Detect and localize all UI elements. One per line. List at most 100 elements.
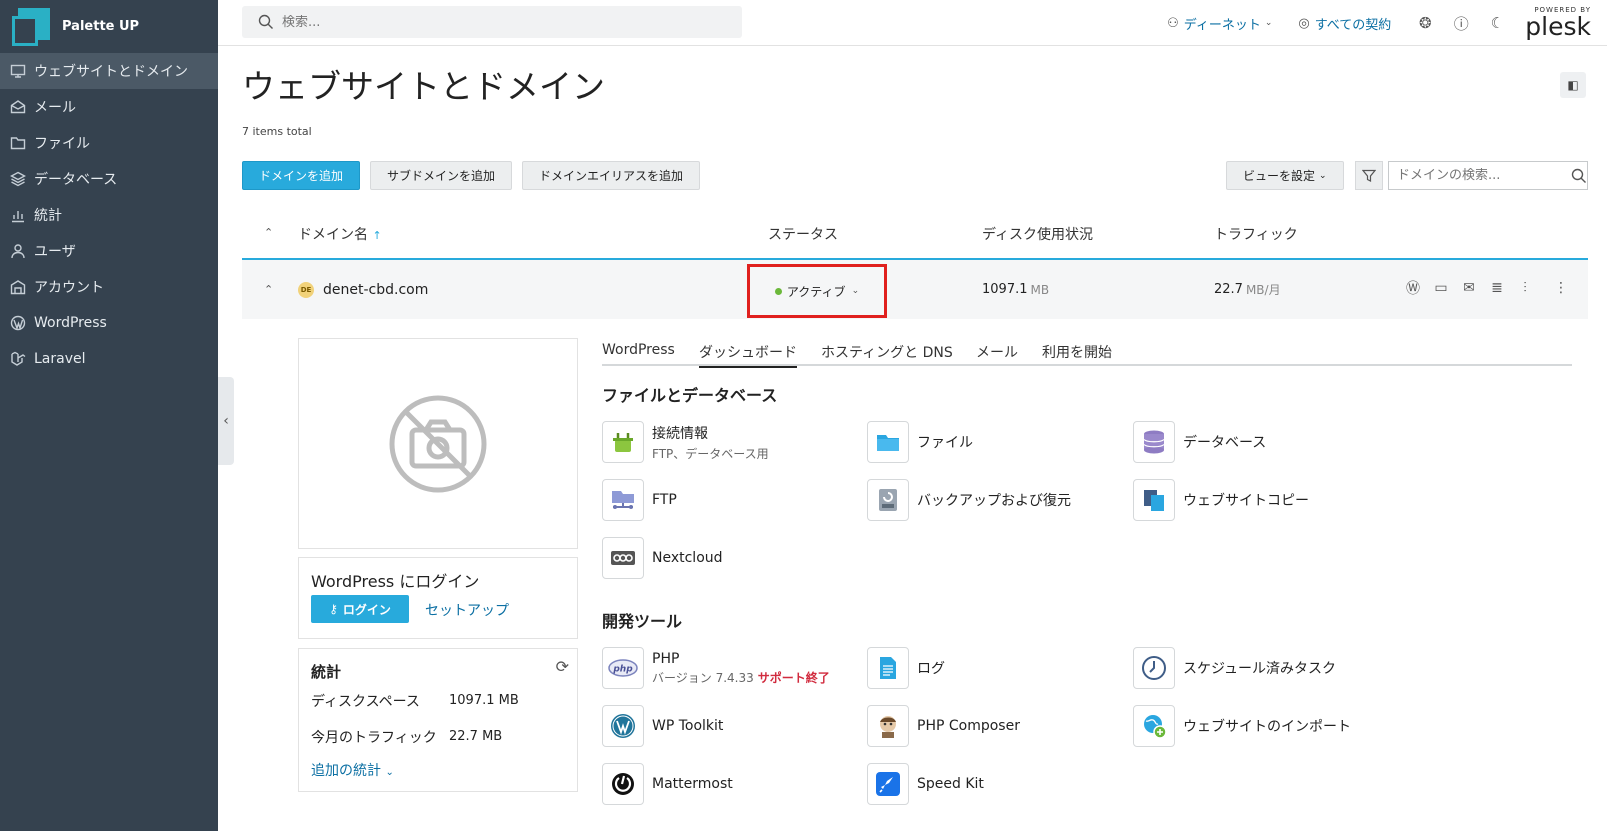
sidebar-item-websites[interactable]: ウェブサイトとドメイン [0,53,218,89]
sidebar-collapse-handle[interactable]: ‹ [218,377,234,465]
row-collapse-icon[interactable]: ⌃ [264,260,273,319]
nextcloud-icon [602,537,644,579]
tool-name: データベース [1183,435,1267,451]
tool-scheduled-tasks[interactable]: スケジュール済みタスク [1133,647,1336,689]
tool-mattermost[interactable]: Mattermost [602,763,733,805]
status-dropdown[interactable]: アクティブ ⌄ [747,264,887,318]
no-preview-icon [389,395,487,492]
php-version: バージョン 7.4.33 [652,670,754,685]
tool-files[interactable]: ファイル [867,421,973,463]
tool-name: PHP [652,650,680,667]
search-icon [258,14,273,29]
column-traffic[interactable]: トラフィック [1214,224,1298,244]
tool-speed-kit[interactable]: Speed Kit [867,763,984,805]
plesk-name: plesk [1525,12,1591,41]
sidebar-item-label: Laravel [34,351,86,367]
tool-name: Nextcloud [652,550,723,566]
sidebar-item-label: WordPress [34,315,107,331]
add-domain-alias-button[interactable]: ドメインエイリアスを追加 [522,161,701,190]
sidebar-item-statistics[interactable]: 統計 [0,197,218,233]
tool-php-composer[interactable]: PHP Composer [867,705,1020,747]
global-search[interactable] [242,6,742,38]
tool-name: バックアップおよび復元 [917,493,1071,509]
mattermost-icon [602,763,644,805]
tab-wordpress[interactable]: WordPress [602,342,675,366]
tab-mail[interactable]: メール [976,342,1018,366]
wordpress-setup-link[interactable]: セットアップ [425,600,509,620]
wordpress-icon[interactable]: Ⓦ [1399,278,1427,298]
subscriptions-link[interactable]: ◎ すべての契約 [1298,14,1391,33]
collapse-all-icon[interactable]: ⌃ [264,226,273,239]
global-search-input[interactable] [282,14,722,30]
tool-name: Speed Kit [917,776,984,792]
copy-icon [1133,479,1175,521]
sidebar-item-mail[interactable]: メール [0,89,218,125]
sidebar-item-wordpress[interactable]: WordPress [0,305,218,341]
tab-getting-started[interactable]: 利用を開始 [1042,342,1112,366]
sidebar-item-laravel[interactable]: Laravel [0,341,218,377]
statistics-title: 統計 [311,663,342,681]
chevron-left-icon: ‹ [223,413,229,429]
dark-mode-icon[interactable]: ☾ [1489,14,1505,32]
filter-icon [1362,169,1376,182]
login-label: ログイン [342,602,391,617]
tool-name: PHP Composer [917,718,1020,734]
column-domain-name[interactable]: ドメイン名 ↑ [298,224,382,244]
sidebar-item-account[interactable]: アカウント [0,269,218,305]
tool-website-copy[interactable]: ウェブサイトコピー [1133,479,1309,521]
refresh-icon[interactable]: ⟳ [556,657,569,676]
tool-connection-info[interactable]: 接続情報 FTP、データベース用 [602,421,769,463]
sidebar-item-files[interactable]: ファイル [0,125,218,161]
column-status[interactable]: ステータス [768,224,838,244]
tool-backup-restore[interactable]: バックアップおよび復元 [867,479,1071,521]
tab-hosting-dns[interactable]: ホスティングと DNS [821,342,953,366]
topbar: ⚇ ディーネット ⌄ ◎ すべての契約 ❂ ⓘ ☾ POWERED BY ple… [218,0,1607,46]
more-vertical-icon[interactable]: ⋮ [1547,278,1575,298]
help-icon[interactable]: ⓘ [1453,15,1469,33]
table-row[interactable]: ⌃ DE denet-cbd.com 1097.1 MB 22.7 MB/月 [242,260,1588,319]
settings-sliders-icon[interactable]: ⫶ [1511,278,1539,298]
mail-icon[interactable]: ✉ [1455,278,1483,298]
globe-import-icon [1133,705,1175,747]
status-label: アクティブ [786,284,846,299]
database-icon[interactable]: ≣ [1483,278,1511,298]
view-settings-button[interactable]: ビューを設定 ⌄ [1226,161,1344,190]
tool-logs[interactable]: ログ [867,647,945,689]
add-domain-button[interactable]: ドメインを追加 [242,161,361,190]
tool-wp-toolkit[interactable]: WP Toolkit [602,705,723,747]
domain-name-cell[interactable]: DE denet-cbd.com [298,260,428,319]
tool-website-import[interactable]: ウェブサイトのインポート [1133,705,1351,747]
sidebar-item-users[interactable]: ユーザ [0,233,218,269]
more-statistics-label: 追加の統計 [311,763,381,779]
filter-button[interactable] [1355,161,1383,190]
ftp-icon [602,479,644,521]
disk-usage-cell: 1097.1 MB [982,260,1049,319]
tool-name: WP Toolkit [652,718,724,734]
folder-icon [10,135,26,151]
side-panel-toggle[interactable]: ◧ [1560,72,1586,98]
tab-dashboard[interactable]: ダッシュボード [699,342,797,368]
chevron-down-icon: ⌄ [1319,170,1327,181]
layers-icon [10,171,26,187]
chevron-down-icon: ⌄ [385,767,394,778]
tool-ftp[interactable]: FTP [602,479,677,521]
items-total: 7 items total [242,125,312,138]
tool-php[interactable]: php PHP バージョン 7.4.33 サポート終了 [602,647,830,689]
sidebar-item-databases[interactable]: データベース [0,161,218,197]
statistics-card: 統計 ⟳ ディスクスペース 1097.1 MB 今月のトラフィック 22.7 M… [298,648,578,792]
tool-databases[interactable]: データベース [1133,421,1266,463]
section-files-databases: ファイルとデータベース [602,386,778,405]
brand[interactable]: Palette UP [0,0,218,53]
more-statistics-link[interactable]: 追加の統計 ⌄ [311,760,394,780]
feedback-icon[interactable]: ❂ [1417,14,1433,32]
sidebar-item-label: 統計 [34,208,62,224]
add-subdomain-button[interactable]: サブドメインを追加 [370,161,513,190]
tool-nextcloud[interactable]: Nextcloud [602,537,723,579]
folder-icon[interactable]: ▭ [1427,278,1455,298]
wordpress-login-button[interactable]: ⚷ ログイン [311,595,409,623]
domain-search-input[interactable] [1397,168,1557,183]
tool-name: ウェブサイトコピー [1183,493,1309,509]
user-menu[interactable]: ⚇ ディーネット ⌄ [1167,14,1272,33]
column-disk-usage[interactable]: ディスク使用状況 [982,224,1093,244]
domain-search[interactable] [1388,161,1588,190]
